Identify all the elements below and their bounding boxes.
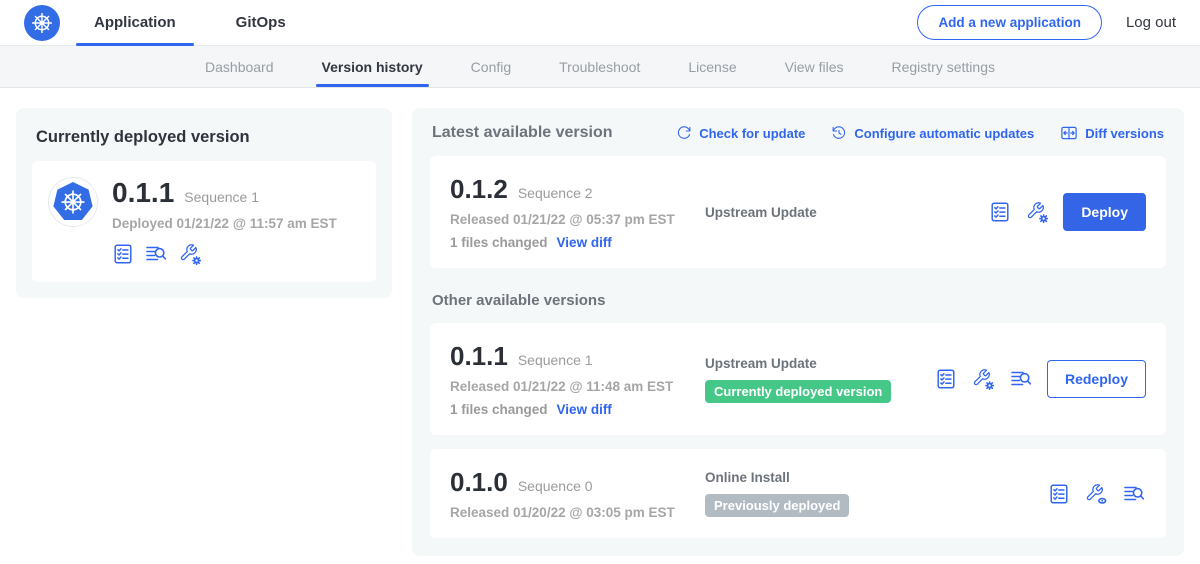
redeploy-button[interactable]: Redeploy	[1047, 360, 1146, 398]
view-logs-icon[interactable]	[1122, 482, 1146, 506]
version-source-label: Upstream Update	[705, 205, 817, 220]
version-number: 0.1.2	[450, 174, 508, 205]
released-timestamp: Released 01/21/22 @ 11:48 am EST	[450, 379, 705, 394]
release-notes-icon[interactable]	[935, 368, 957, 390]
version-card-0-1-1: 0.1.1 Sequence 1 Released 01/21/22 @ 11:…	[430, 323, 1166, 435]
configure-automatic-updates-label: Configure automatic updates	[854, 126, 1034, 141]
refresh-icon	[676, 125, 692, 141]
app-logo	[48, 177, 98, 227]
deployed-sequence-label: Sequence 1	[184, 189, 259, 205]
version-number: 0.1.0	[450, 467, 508, 498]
tab-application[interactable]: Application	[90, 0, 180, 45]
logout-button[interactable]: Log out	[1126, 14, 1176, 31]
edit-config-icon[interactable]	[971, 367, 995, 391]
previously-deployed-badge: Previously deployed	[705, 494, 849, 517]
files-changed-label: 1 files changed	[450, 235, 548, 250]
edit-config-icon[interactable]	[178, 242, 202, 266]
subnav-tab-troubleshoot[interactable]: Troubleshoot	[559, 46, 640, 87]
released-timestamp: Released 01/20/22 @ 03:05 pm EST	[450, 505, 705, 520]
version-number: 0.1.1	[450, 341, 508, 372]
configure-automatic-updates-link[interactable]: Configure automatic updates	[831, 125, 1034, 141]
top-bar: Application GitOps Add a new application…	[0, 0, 1200, 46]
subnav-tab-label: Version history	[322, 59, 423, 75]
sequence-label: Sequence 0	[518, 478, 593, 494]
deployed-version-number: 0.1.1	[112, 177, 174, 209]
app-nav: Application GitOps	[90, 0, 342, 45]
latest-available-title: Latest available version	[432, 124, 676, 142]
sequence-label: Sequence 1	[518, 352, 593, 368]
subnav-tab-label: Config	[471, 59, 511, 75]
version-source-label: Online Install	[705, 470, 790, 485]
release-notes-icon[interactable]	[989, 201, 1011, 223]
subnav-tab-version-history[interactable]: Version history	[322, 46, 423, 87]
kubernetes-heptagon-icon	[53, 182, 93, 222]
version-card-0-1-2: 0.1.2 Sequence 2 Released 01/21/22 @ 05:…	[430, 156, 1166, 268]
diff-versions-link[interactable]: Diff versions	[1060, 124, 1164, 142]
tab-gitops[interactable]: GitOps	[232, 0, 290, 45]
subnav-tab-registry-settings[interactable]: Registry settings	[892, 46, 995, 87]
tab-application-label: Application	[94, 14, 176, 31]
subnav-tab-label: Troubleshoot	[559, 59, 640, 75]
subnav-tab-label: View files	[785, 59, 844, 75]
released-timestamp: Released 01/21/22 @ 05:37 pm EST	[450, 212, 705, 227]
currently-deployed-card: 0.1.1 Sequence 1 Deployed 01/21/22 @ 11:…	[32, 161, 376, 282]
subnav-tab-label: Dashboard	[205, 59, 274, 75]
view-diff-link[interactable]: View diff	[557, 235, 612, 250]
edit-config-icon[interactable]	[1025, 200, 1049, 224]
release-notes-icon[interactable]	[1048, 483, 1070, 505]
view-diff-link[interactable]: View diff	[557, 402, 612, 417]
currently-deployed-badge: Currently deployed version	[705, 380, 891, 403]
subnav-tab-dashboard[interactable]: Dashboard	[205, 46, 274, 87]
tab-gitops-label: GitOps	[236, 14, 286, 31]
diff-icon	[1060, 124, 1078, 142]
view-logs-icon[interactable]	[144, 242, 168, 266]
add-application-button[interactable]: Add a new application	[917, 5, 1102, 40]
version-card-0-1-0: 0.1.0 Sequence 0 Released 01/20/22 @ 03:…	[430, 449, 1166, 538]
diff-versions-label: Diff versions	[1085, 126, 1164, 141]
files-changed-label: 1 files changed	[450, 402, 548, 417]
deployed-timestamp: Deployed 01/21/22 @ 11:57 am EST	[112, 216, 337, 231]
subnav-tab-license[interactable]: License	[688, 46, 736, 87]
sequence-label: Sequence 2	[518, 185, 593, 201]
view-logs-icon[interactable]	[1009, 367, 1033, 391]
app-subnav: Dashboard Version history Config Trouble…	[0, 46, 1200, 88]
currently-deployed-panel: Currently deployed version 0.1.1 Sequenc…	[16, 108, 392, 298]
deploy-button[interactable]: Deploy	[1063, 193, 1146, 231]
check-for-update-label: Check for update	[699, 126, 805, 141]
version-source-label: Upstream Update	[705, 356, 817, 371]
subnav-tab-label: Registry settings	[892, 59, 995, 75]
subnav-tab-view-files[interactable]: View files	[785, 46, 844, 87]
release-notes-icon[interactable]	[112, 243, 134, 265]
other-versions-title: Other available versions	[432, 292, 1164, 309]
subnav-tab-config[interactable]: Config	[471, 46, 511, 87]
subnav-tab-label: License	[688, 59, 736, 75]
available-versions-panel: Latest available version Check for updat…	[412, 108, 1184, 556]
schedule-icon	[831, 125, 847, 141]
currently-deployed-title: Currently deployed version	[32, 124, 376, 147]
check-for-update-link[interactable]: Check for update	[676, 125, 805, 141]
kubernetes-logo-icon	[24, 5, 60, 41]
view-config-icon[interactable]	[1084, 482, 1108, 506]
version-history-page: Currently deployed version 0.1.1 Sequenc…	[0, 88, 1200, 556]
